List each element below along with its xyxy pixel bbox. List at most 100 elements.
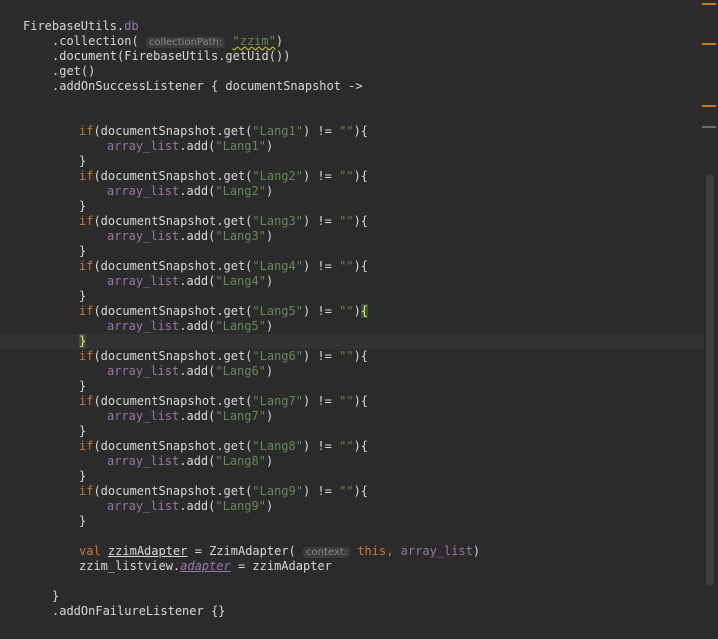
add-call-line: array_list.add("Lang9") [107,499,273,514]
warning-marker[interactable] [702,105,716,107]
code-token: (documentSnapshot.get( [93,304,253,318]
code-token: "zzim" [232,34,276,48]
open-brace: { [360,124,369,138]
code-token: ) [275,34,284,48]
code-token: (documentSnapshot.get( [93,439,253,453]
code-token: (documentSnapshot.get( [93,349,253,363]
adapter-decl-line: val zzimAdapter = ZzimAdapter( context: … [79,544,480,559]
code-token: "Lang8" [252,439,303,453]
code-token: "Lang6" [215,364,266,378]
caret-row-highlight [0,334,718,349]
code-token: ) != [302,439,340,453]
code-line: .get() [52,64,96,78]
add-call-line: array_list.add("Lang4") [107,274,273,289]
add-call-line: array_list.add("Lang5") [107,319,273,334]
code-token: array_list [107,409,180,423]
info-marker[interactable] [702,126,716,128]
code-token: "Lang3" [215,229,266,243]
if-statement-line: if(documentSnapshot.get("Lang6") != ""){ [79,349,368,364]
code-token: .add( [179,319,216,333]
code-token: if [79,439,94,453]
closing-brace-line: } [79,514,86,529]
warning-marker[interactable] [702,3,716,5]
code-token: ) [265,454,274,468]
close-brace: } [79,289,87,303]
code-token: array_list [107,139,180,153]
open-brace: { [360,394,369,408]
code-token: array_list [107,184,180,198]
code-token: (documentSnapshot.get( [93,484,253,498]
code-token: "Lang3" [252,214,303,228]
code-token: "" [339,394,354,408]
code-token: ) != [302,349,340,363]
code-token: array_list [400,544,473,558]
open-brace: { [360,439,369,453]
add-call-line: array_list.add("Lang7") [107,409,273,424]
if-statement-line: if(documentSnapshot.get("Lang4") != ""){ [79,259,368,274]
open-brace: { [360,484,369,498]
code-token: .add( [179,274,216,288]
open-brace: { [360,169,369,183]
code-token: ) != [302,484,340,498]
close-brace: } [79,334,87,348]
code-token: ) [353,349,361,363]
code-token: zzim_listview. [79,559,181,573]
code-token: "Lang9" [252,484,303,498]
code-token: this, [357,544,394,558]
code-line: .document(FirebaseUtils.getUid()) [52,49,291,63]
code-token: ) [265,184,274,198]
code-token: .addOnFailureListener {} [52,604,226,618]
code-token: "" [339,259,354,273]
code-token: (documentSnapshot.get( [93,214,253,228]
code-token: .add( [179,409,216,423]
code-token: array_list [107,274,180,288]
code-token: if [79,214,94,228]
close-brace: } [79,379,87,393]
code-token: adapter [180,559,231,573]
closing-brace-line: } [79,244,86,259]
code-token: .add( [179,364,216,378]
code-token: if [79,394,94,408]
parameter-hint: collectionPath: [145,37,226,48]
code-token: ) != [302,214,340,228]
code-token: "Lang4" [215,274,266,288]
code-token: "Lang2" [252,169,303,183]
code-token: "Lang1" [252,124,303,138]
if-statement-line: if(documentSnapshot.get("Lang2") != ""){ [79,169,368,184]
code-token: ) [353,214,361,228]
code-token: "Lang5" [252,304,303,318]
code-token: "Lang7" [215,409,266,423]
code-token: ) [353,304,361,318]
closing-brace-line: } [79,424,86,439]
if-statement-line: if(documentSnapshot.get("Lang5") != ""){ [79,304,369,319]
code-token: .add( [179,229,216,243]
if-statement-line: if(documentSnapshot.get("Lang3") != ""){ [79,214,368,229]
add-call-line: array_list.add("Lang3") [107,229,273,244]
add-call-line: array_list.add("Lang1") [107,139,273,154]
warning-marker[interactable] [702,43,716,45]
code-token: ) [353,124,361,138]
if-statement-line: if(documentSnapshot.get("Lang1") != ""){ [79,124,368,139]
closing-brace-line: } [79,379,86,394]
code-token: ) [472,544,481,558]
scrollbar-thumb[interactable] [706,175,714,585]
code-token: ) != [302,259,340,273]
code-token: ) != [302,169,340,183]
if-statement-line: if(documentSnapshot.get("Lang9") != ""){ [79,484,368,499]
code-token: "" [339,439,354,453]
parameter-hint: context: [303,547,351,558]
code-line: FirebaseUtils.db [23,19,139,33]
code-token: .add( [179,499,216,513]
code-line: .addOnSuccessListener { documentSnapshot… [52,79,363,93]
code-token: ) != [302,124,340,138]
close-brace: } [79,514,87,528]
close-brace: } [52,589,60,603]
close-brace: } [79,244,87,258]
add-call-line: array_list.add("Lang8") [107,454,273,469]
code-token: array_list [107,454,180,468]
code-token: "Lang4" [252,259,303,273]
code-token: ) [265,139,274,153]
code-editor[interactable]: FirebaseUtils.db .collection( collection… [0,0,718,639]
close-brace: } [79,199,87,213]
closing-brace-line: } [79,469,86,484]
